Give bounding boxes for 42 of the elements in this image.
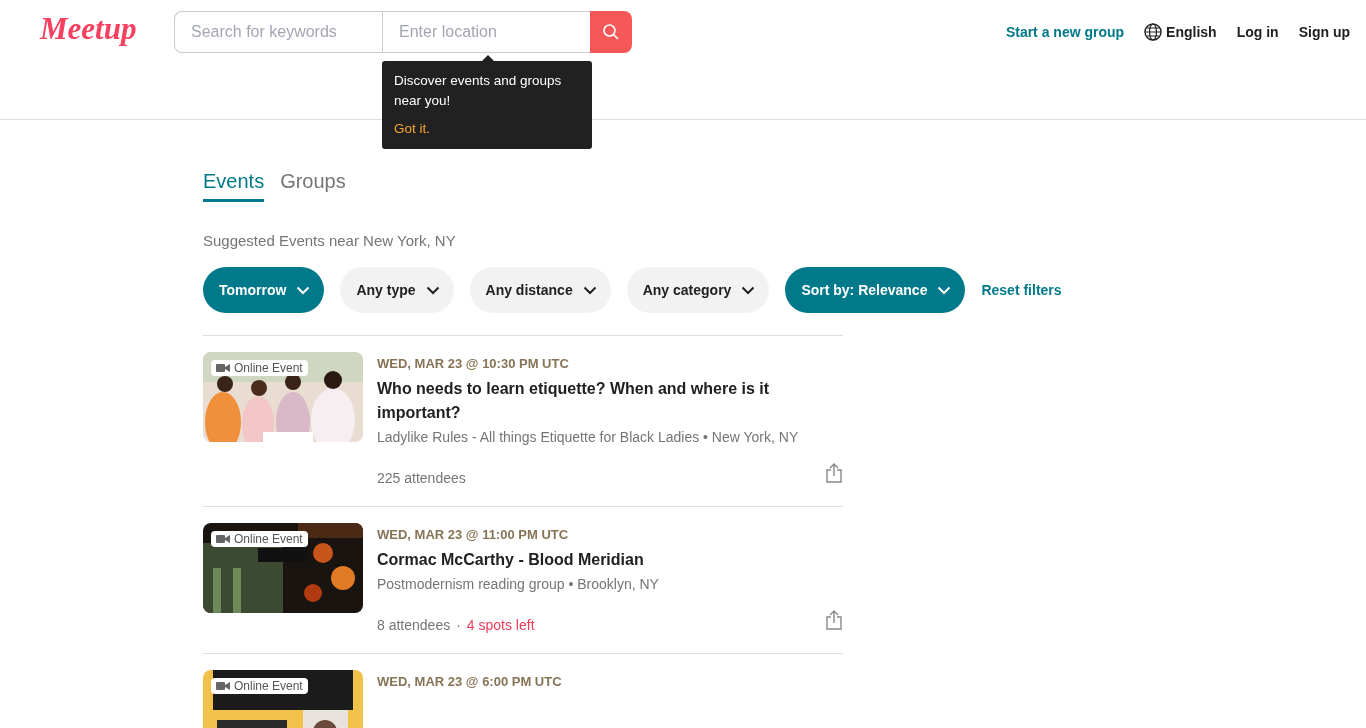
filter-dropdown[interactable]: Tomorrow [203,267,325,313]
nav-link[interactable]: Sign up [1298,24,1350,40]
globe-icon [1144,23,1163,41]
filter-dropdown[interactable]: Any distance [469,267,611,313]
reset-filters-link[interactable]: Reset filters [981,282,1062,298]
start-group-link[interactable]: Start a new group [1005,24,1125,40]
filter-dropdown[interactable]: Sort by: Relevance [785,267,966,313]
attendee-count: 225 attendees [377,470,466,486]
share-icon[interactable] [825,610,843,633]
chevron-down-icon [741,285,756,295]
filter-dropdown[interactable]: Any category [626,267,770,313]
event-date: WED, MAR 23 @ 6:00 PM UTC [377,674,563,689]
separator-dot: · [456,617,461,633]
tab[interactable]: Groups [280,170,346,202]
chevron-down-icon [937,285,952,295]
event-group: Postmodernism reading group • Brooklyn, NY [377,576,843,592]
spots-left: 4 spots left [466,617,535,633]
share-icon[interactable] [825,463,843,486]
chevron-down-icon [582,285,597,295]
tab[interactable]: Events [203,170,265,202]
chevron-down-icon [296,285,311,295]
results-heading: Suggested Events near New York, NY [203,232,457,249]
logo[interactable]: Meetup [40,11,174,47]
event-group: Ladylike Rules - All things Etiquette for Black Ladies • New York, NY [377,429,843,445]
tooltip-text: Discover events and groups near you! [394,72,563,110]
filter-dropdown[interactable]: Any type [340,267,454,313]
online-event-badge: Online Event [211,531,308,547]
attendee-count: 8 attendees [377,617,451,633]
search-field[interactable]: Search for keywords [174,11,382,53]
online-event-badge: Online Event [211,678,308,694]
search-button[interactable] [590,11,632,53]
language-button[interactable]: English [1144,23,1217,41]
chevron-down-icon [425,285,440,295]
online-event-badge: Online Event [211,360,308,376]
nav-link[interactable]: Log in [1236,24,1279,40]
location-field[interactable]: Enter location [382,11,590,53]
event-title[interactable]: Who needs to learn etiquette? When and where is it important? [377,377,843,425]
event-title[interactable]: Cormac McCarthy - Blood Meridian [377,548,843,572]
event-date: WED, MAR 23 @ 10:30 PM UTC [377,356,570,371]
search-icon [602,23,620,41]
event-date: WED, MAR 23 @ 11:00 PM UTC [377,527,570,542]
got-it-link[interactable]: Got it. [394,119,430,139]
